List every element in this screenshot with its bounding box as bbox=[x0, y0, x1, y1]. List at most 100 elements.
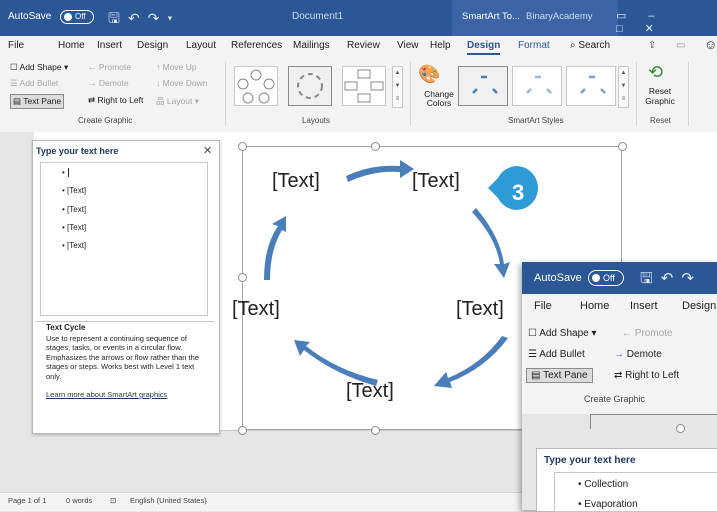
inset-smartart-frame bbox=[590, 414, 717, 429]
tab-mailings[interactable]: Mailings bbox=[293, 40, 330, 51]
inset-autosave-toggle[interactable]: Off bbox=[588, 270, 624, 286]
inset-add-bullet-button[interactable]: ☰ Add Bullet bbox=[528, 349, 585, 360]
inset-quick-access-icons[interactable]: 🖫↶↷ bbox=[640, 268, 702, 293]
group-reset: Reset bbox=[650, 116, 671, 125]
promote-button[interactable]: ← Promote bbox=[88, 62, 131, 72]
tab-review[interactable]: Review bbox=[347, 40, 380, 51]
reset-graphic-icon[interactable]: ⟲ bbox=[648, 62, 663, 83]
reset-graphic-button[interactable]: Reset Graphic bbox=[640, 86, 680, 106]
autosave-toggle[interactable]: Off bbox=[60, 10, 94, 24]
tab-format[interactable]: Format bbox=[518, 40, 550, 51]
add-shape-icon: ☐ bbox=[10, 62, 18, 72]
language-status[interactable]: English (United States) bbox=[130, 496, 207, 505]
inset-tab-design[interactable]: Design bbox=[682, 300, 716, 312]
group-layouts: Layouts bbox=[302, 116, 331, 125]
step-number: 3 bbox=[512, 180, 525, 205]
inset-demote-button[interactable]: → Demote bbox=[614, 349, 662, 360]
list-item[interactable]: • [Text] bbox=[62, 186, 86, 195]
list-item[interactable]: • [Text] bbox=[62, 241, 86, 250]
minimize-icon[interactable]: – bbox=[648, 10, 676, 22]
list-item[interactable]: • Collection bbox=[578, 479, 628, 490]
inset-add-shape-button[interactable]: ☐ Add Shape ▾ bbox=[528, 328, 597, 339]
save-icon[interactable]: 🖫 bbox=[108, 10, 128, 26]
user-name[interactable]: BinaryAcademy bbox=[526, 11, 593, 22]
feedback-icon[interactable]: ☺ bbox=[704, 37, 717, 52]
inset-tab-home[interactable]: Home bbox=[580, 300, 609, 312]
list-item[interactable]: • [Text] bbox=[62, 205, 86, 214]
style-preview-icon bbox=[472, 75, 498, 94]
inset-tab-insert[interactable]: Insert bbox=[630, 300, 658, 312]
styles-gallery-scroll[interactable]: ▲ ▼ ≡ bbox=[618, 66, 629, 108]
inset-resize-handle[interactable] bbox=[676, 424, 685, 433]
inset-text-pane-button[interactable]: ▤ Text Pane bbox=[526, 368, 593, 383]
window-controls[interactable]: ▭–□✕ bbox=[616, 9, 717, 35]
layout-thumb-text-cycle[interactable] bbox=[288, 66, 332, 106]
close-icon[interactable]: ✕ bbox=[645, 23, 676, 35]
undo-icon[interactable]: ↶ bbox=[128, 10, 148, 26]
move-down-button[interactable]: ↓ Move Down bbox=[156, 78, 208, 88]
cycle-arrow bbox=[346, 160, 414, 182]
list-item[interactable]: • bbox=[62, 168, 72, 177]
search-icon: ⌕ bbox=[570, 40, 576, 51]
tab-layout[interactable]: Layout bbox=[186, 40, 216, 51]
inset-right-to-left-button[interactable]: ⇄ Right to Left bbox=[614, 370, 679, 381]
redo-icon[interactable]: ↷ bbox=[148, 10, 168, 26]
tab-file[interactable]: File bbox=[8, 40, 24, 51]
quick-access-icons[interactable]: 🖫↶↷▾ bbox=[108, 8, 181, 32]
layout-button[interactable]: 品 Layout ▾ bbox=[156, 95, 199, 107]
autosave-label: AutoSave bbox=[8, 11, 52, 22]
change-colors-button[interactable]: Change Colors bbox=[422, 90, 456, 108]
tab-design[interactable]: Design bbox=[137, 40, 168, 51]
move-up-button[interactable]: ↑ Move Up bbox=[156, 62, 197, 72]
smartart-node-text[interactable]: [Text] bbox=[412, 170, 460, 193]
add-bullet-button[interactable]: ☰ Add Bullet bbox=[10, 78, 58, 89]
right-to-left-button[interactable]: ⇄ Right to Left bbox=[88, 95, 143, 106]
learn-more-link[interactable]: Learn more about SmartArt graphics bbox=[46, 390, 167, 399]
style-thumb-3[interactable] bbox=[566, 66, 616, 106]
maximize-icon[interactable]: □ bbox=[616, 23, 645, 35]
tab-insert[interactable]: Insert bbox=[97, 40, 122, 51]
word-count[interactable]: 0 words bbox=[66, 496, 92, 505]
smartart-node-text[interactable]: [Text] bbox=[272, 170, 320, 193]
page-count[interactable]: Page 1 of 1 bbox=[8, 496, 46, 505]
redo-icon: ↷ bbox=[681, 270, 702, 287]
smartart-node-text[interactable]: [Text] bbox=[232, 298, 280, 321]
ribbon-display-icon[interactable]: ▭ bbox=[616, 10, 648, 22]
palette-icon[interactable]: 🎨 bbox=[418, 64, 440, 85]
style-thumb-1[interactable] bbox=[458, 66, 508, 106]
text-pane-icon: ▤ bbox=[13, 96, 22, 106]
close-icon[interactable]: ✕ bbox=[203, 144, 212, 157]
comments-icon[interactable]: ▭ bbox=[676, 40, 685, 51]
smartart-node-text[interactable]: [Text] bbox=[456, 298, 504, 321]
layout-description-title: Text Cycle bbox=[46, 323, 86, 332]
style-thumb-2[interactable] bbox=[512, 66, 562, 106]
divider bbox=[688, 62, 689, 126]
text-pane-button[interactable]: ▤ Text Pane bbox=[10, 94, 65, 109]
group-create-graphic: Create Graphic bbox=[78, 116, 133, 125]
undo-icon: ↶ bbox=[660, 270, 682, 287]
tab-references[interactable]: References bbox=[231, 40, 282, 51]
inset-tab-file[interactable]: File bbox=[534, 300, 552, 312]
text-pane-title: Type your text here bbox=[36, 146, 119, 156]
tab-smartart-design[interactable]: Design bbox=[467, 40, 501, 55]
tab-view[interactable]: View bbox=[397, 40, 419, 51]
inset-promote-button[interactable]: ← Promote bbox=[622, 328, 673, 339]
proofing-icon[interactable]: ⊡ bbox=[110, 496, 116, 505]
search-box[interactable]: ⌕ Search bbox=[570, 40, 610, 51]
add-shape-button[interactable]: ☐ Add Shape ▾ bbox=[10, 62, 68, 73]
layout-thumb-basic-cycle[interactable] bbox=[234, 66, 278, 106]
add-bullet-icon: ☰ bbox=[528, 349, 537, 360]
tab-home[interactable]: Home bbox=[58, 40, 85, 51]
customize-icon[interactable]: ▾ bbox=[167, 10, 180, 26]
layouts-gallery-scroll[interactable]: ▲ ▼ ≡ bbox=[392, 66, 403, 108]
tab-help[interactable]: Help bbox=[430, 40, 451, 51]
share-icon[interactable]: ⇪ bbox=[648, 40, 656, 51]
inset-autosave-label: AutoSave bbox=[534, 272, 582, 284]
list-item[interactable]: • [Text] bbox=[62, 223, 86, 232]
smartart-tools-label: SmartArt To... bbox=[462, 11, 520, 22]
text-cycle-layout-icon bbox=[297, 73, 323, 99]
smartart-node-text[interactable]: [Text] bbox=[346, 380, 394, 403]
list-item[interactable]: • Evaporation bbox=[578, 499, 638, 510]
demote-button[interactable]: → Demote bbox=[88, 78, 129, 88]
layout-thumb-block-cycle[interactable] bbox=[342, 66, 386, 106]
